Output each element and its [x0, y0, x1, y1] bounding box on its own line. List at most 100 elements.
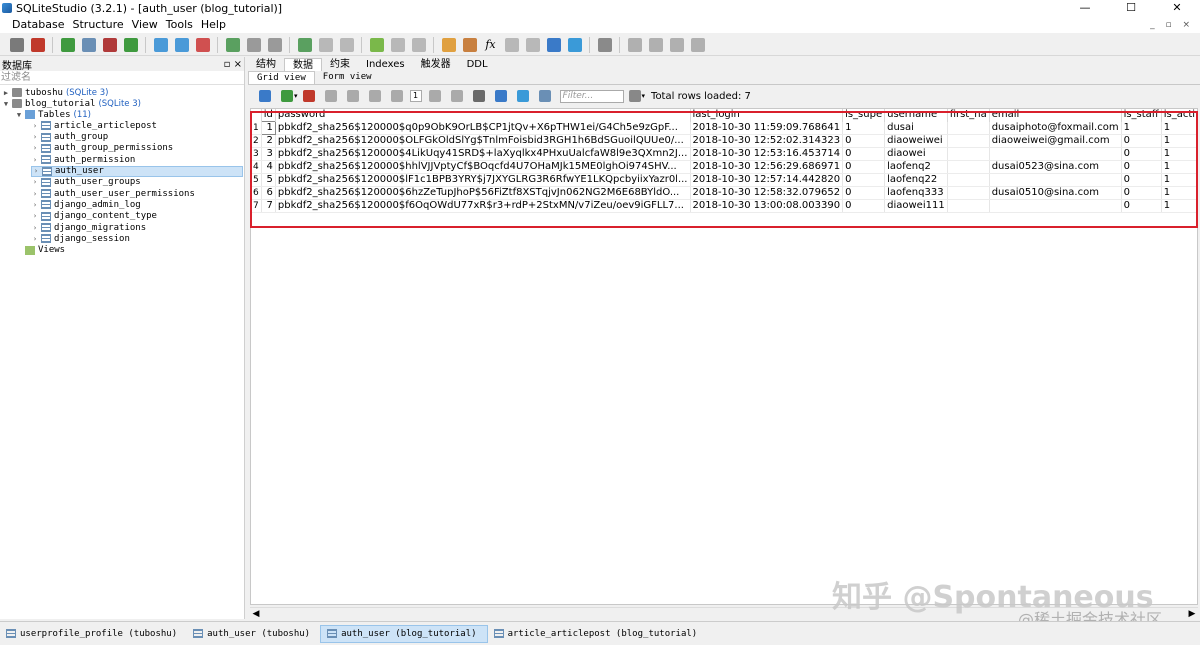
- filter-icon[interactable]: [628, 90, 641, 102]
- cell-first-name[interactable]: [947, 160, 990, 174]
- cell-email[interactable]: dusai0510@sina.com: [989, 186, 1122, 200]
- delete-row-icon[interactable]: [302, 90, 315, 102]
- cell-email[interactable]: dusai0523@sina.com: [989, 160, 1122, 174]
- cell-password[interactable]: pbkdf2_sha256$120000$lF1c1BPB3YRY$j7JXYG…: [275, 173, 691, 187]
- menu-view[interactable]: View: [132, 18, 158, 31]
- wrench-icon[interactable]: [597, 37, 612, 52]
- collapse-arrow-icon[interactable]: ▼: [2, 100, 10, 108]
- cell-id[interactable]: 4: [261, 160, 276, 174]
- tree-views-folder[interactable]: Views: [23, 245, 65, 256]
- tile-vertical-icon[interactable]: [669, 37, 684, 52]
- column-header[interactable]: is_supe: [842, 109, 886, 122]
- tree-table-item[interactable]: › article_articlepost: [31, 120, 157, 131]
- add-row-icon[interactable]: [281, 90, 293, 102]
- delete-index-icon[interactable]: [267, 37, 282, 52]
- cell-first-name[interactable]: [947, 121, 990, 135]
- cell-username[interactable]: laofenq333: [884, 186, 948, 200]
- tab-data[interactable]: 数据: [284, 58, 322, 71]
- tree-table-item[interactable]: › django_admin_log: [31, 199, 141, 210]
- cell-last-login[interactable]: 2018-10-30 12:56:29.686971: [690, 160, 844, 174]
- table-row[interactable]: 2 2 pbkdf2_sha256$120000$OLFGkOldSlYg$Tn…: [251, 134, 1197, 148]
- cell-is-active[interactable]: 1: [1161, 134, 1197, 148]
- tab-indexes[interactable]: Indexes: [358, 58, 413, 71]
- row-number[interactable]: 4: [251, 160, 262, 174]
- cell-email[interactable]: [989, 199, 1122, 213]
- table-row[interactable]: 4 4 pbkdf2_sha256$120000$hhlVJJVptyCf$BO…: [251, 160, 1197, 174]
- cell-email[interactable]: diaoweiwei@gmail.com: [989, 134, 1122, 148]
- task-tab[interactable]: userprofile_profile (tuboshu): [0, 625, 187, 643]
- prev-page-icon[interactable]: [390, 90, 403, 102]
- tree-table-item[interactable]: › auth_group: [31, 132, 108, 143]
- expand-arrow-icon[interactable]: ›: [31, 212, 39, 220]
- cell-password[interactable]: pbkdf2_sha256$120000$hhlVJJVptyCf$BOqcfd…: [275, 160, 691, 174]
- cell-is-staff[interactable]: 0: [1121, 173, 1162, 187]
- expand-arrow-icon[interactable]: ›: [31, 144, 39, 152]
- cell-id[interactable]: 1: [260, 121, 276, 135]
- expand-arrow-icon[interactable]: ›: [31, 190, 39, 198]
- cell-password[interactable]: pbkdf2_sha256$120000$4LikUqy41SRD$+laXyq…: [275, 147, 691, 161]
- filter-dropdown-icon[interactable]: ▾: [642, 92, 646, 100]
- cell-id[interactable]: 3: [261, 147, 276, 161]
- cell-username[interactable]: diaowei111: [884, 199, 948, 213]
- tree-filter-input[interactable]: 过滤名: [0, 71, 244, 85]
- mdi-controls[interactable]: _ ▫ ×: [1150, 20, 1194, 30]
- filter-input[interactable]: Filter...: [559, 89, 624, 103]
- edit-table-icon[interactable]: [174, 37, 189, 52]
- expand-arrow-icon[interactable]: ›: [31, 156, 39, 164]
- table-row[interactable]: 3 3 pbkdf2_sha256$120000$4LikUqy41SRD$+l…: [251, 147, 1197, 161]
- column-header[interactable]: id: [261, 109, 276, 122]
- collations-icon[interactable]: [504, 37, 519, 52]
- cell-last-login[interactable]: 2018-10-30 12:53:16.453714: [690, 147, 844, 161]
- add-row-dropdown-icon[interactable]: ▾: [294, 92, 298, 100]
- cell-username[interactable]: diaoweiwei: [884, 134, 948, 148]
- page-number[interactable]: 1: [409, 90, 422, 102]
- cell-is-superuser[interactable]: 0: [842, 147, 886, 161]
- database-panel-controls[interactable]: ▫ ×: [224, 59, 242, 70]
- task-tab-active[interactable]: auth_user (blog_tutorial): [320, 624, 488, 643]
- cell-id[interactable]: 5: [261, 173, 276, 187]
- cascade-windows-icon[interactable]: [690, 37, 705, 52]
- cell-id[interactable]: 7: [261, 199, 276, 213]
- cell-last-login[interactable]: 2018-10-30 12:57:14.442820: [690, 173, 844, 187]
- sql-editor-icon[interactable]: [441, 37, 456, 52]
- cell-is-active[interactable]: 1: [1161, 121, 1197, 135]
- tree-table-item-selected[interactable]: › auth_user: [31, 165, 243, 177]
- column-header[interactable]: email: [989, 109, 1122, 122]
- tab-structure[interactable]: 结构: [248, 58, 284, 71]
- add-database-icon[interactable]: [60, 37, 75, 52]
- expand-arrow-icon[interactable]: ›: [31, 178, 39, 186]
- tab-form-view[interactable]: Form view: [315, 71, 380, 84]
- shrink-columns-icon[interactable]: [516, 90, 529, 102]
- export-icon[interactable]: [567, 37, 582, 52]
- tree-table-item[interactable]: › auth_user_groups: [31, 177, 141, 188]
- menu-help[interactable]: Help: [201, 18, 226, 31]
- cell-first-name[interactable]: [947, 134, 990, 148]
- close-button[interactable]: ✕: [1154, 0, 1200, 16]
- next-page-icon[interactable]: [428, 90, 441, 102]
- cell-password[interactable]: pbkdf2_sha256$120000$6hzZeTupJhoP$56FiZt…: [275, 186, 691, 200]
- cell-is-staff[interactable]: 0: [1121, 160, 1162, 174]
- rollback-icon[interactable]: [346, 90, 359, 102]
- delete-table-icon[interactable]: [195, 37, 210, 52]
- collapse-arrow-icon[interactable]: ▼: [15, 111, 23, 119]
- cell-is-active[interactable]: 1: [1161, 147, 1197, 161]
- cell-first-name[interactable]: [947, 147, 990, 161]
- create-view-icon[interactable]: [369, 37, 384, 52]
- cell-password[interactable]: pbkdf2_sha256$120000$q0p9ObK9OrLB$CP1jtQ…: [275, 121, 691, 135]
- print-icon[interactable]: [472, 90, 485, 102]
- cell-is-staff[interactable]: 1: [1121, 121, 1162, 135]
- cell-username[interactable]: dusai: [884, 121, 948, 135]
- delete-view-icon[interactable]: [411, 37, 426, 52]
- tree-table-item[interactable]: › django_content_type: [31, 211, 157, 222]
- cell-first-name[interactable]: [947, 199, 990, 213]
- cell-is-active[interactable]: 1: [1161, 160, 1197, 174]
- row-number[interactable]: 2: [251, 134, 262, 148]
- cell-is-active[interactable]: 1: [1161, 199, 1197, 213]
- expand-arrow-icon[interactable]: ›: [31, 133, 39, 141]
- table-row[interactable]: 5 5 pbkdf2_sha256$120000$lF1c1BPB3YRY$j7…: [251, 173, 1197, 187]
- menu-tools[interactable]: Tools: [166, 18, 193, 31]
- functions-icon[interactable]: fx: [484, 38, 498, 51]
- cell-id[interactable]: 2: [261, 134, 276, 148]
- table-row[interactable]: 7 7 pbkdf2_sha256$120000$f6OqOWdU77xR$r3…: [251, 199, 1197, 213]
- cell-is-superuser[interactable]: 0: [842, 160, 886, 174]
